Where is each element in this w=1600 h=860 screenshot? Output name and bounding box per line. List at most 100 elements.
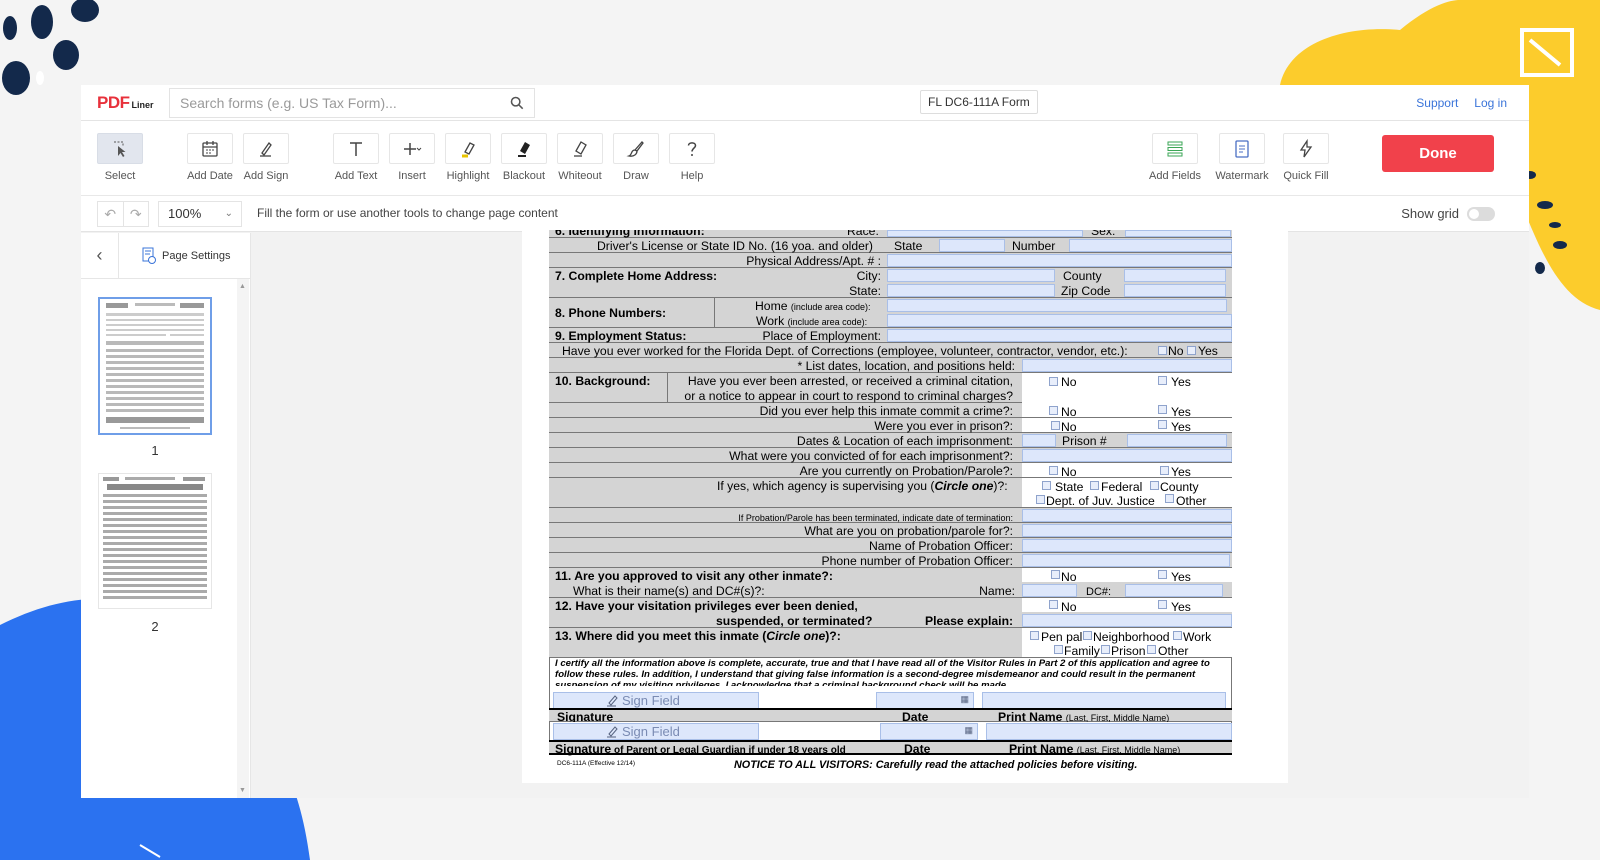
add-text-tool[interactable]: Add Text <box>328 133 384 182</box>
other-inmate-yes-checkbox[interactable] <box>1158 570 1167 579</box>
quick-fill-tool[interactable]: Quick Fill <box>1278 133 1334 182</box>
help-inmate-no-checkbox[interactable] <box>1049 406 1058 415</box>
in-prison-no-label: No <box>1061 420 1077 434</box>
terminated-date-field[interactable] <box>1022 509 1232 522</box>
support-link[interactable]: Support <box>1416 96 1458 110</box>
select-tool[interactable]: Select <box>92 133 148 182</box>
login-link[interactable]: Log in <box>1474 96 1507 110</box>
print-name-field-2[interactable] <box>986 723 1232 740</box>
officer-phone-field[interactable] <box>1022 554 1230 567</box>
officer-name-field[interactable] <box>1022 539 1232 552</box>
city-field[interactable] <box>887 269 1055 282</box>
meet-work-checkbox[interactable] <box>1173 631 1182 640</box>
highlight-tool[interactable]: Highlight <box>440 133 496 182</box>
s12-title-1: 12. Have your visitation privileges ever… <box>555 599 858 613</box>
license-number-field[interactable] <box>1069 239 1232 252</box>
meet-family-checkbox[interactable] <box>1054 645 1063 654</box>
scroll-down-icon[interactable]: ▼ <box>239 787 246 794</box>
help-tool[interactable]: Help <box>664 133 720 182</box>
worked-fdc-yes-checkbox[interactable] <box>1187 346 1196 355</box>
sidebar-scrollbar[interactable]: ▲ ▼ <box>237 279 249 798</box>
show-grid-toggle[interactable] <box>1467 206 1495 221</box>
probation-no-checkbox[interactable] <box>1049 466 1058 475</box>
agency-other-checkbox[interactable] <box>1165 494 1174 503</box>
guardian-signature-bold: Signature <box>555 742 612 756</box>
work-phone-field[interactable] <box>887 314 1232 327</box>
prison-number-field[interactable] <box>1127 434 1227 447</box>
race-field[interactable] <box>887 230 1083 237</box>
sign-field-2[interactable]: Sign Field <box>553 723 759 740</box>
add-fields-tool[interactable]: Add Fields <box>1147 133 1203 182</box>
arrested-no-checkbox[interactable] <box>1049 377 1058 386</box>
print-name-field-1[interactable] <box>982 692 1226 709</box>
scroll-up-icon[interactable]: ▲ <box>239 283 246 290</box>
show-grid-label: Show grid <box>1401 206 1459 221</box>
sign-date-field-2[interactable]: ▦ <box>880 723 978 740</box>
meet-neighborhood-checkbox[interactable] <box>1083 631 1092 640</box>
probation-for-label: What are you on probation/parole for?: <box>804 524 1013 538</box>
zip-field[interactable] <box>1124 284 1226 297</box>
page-settings-button[interactable]: Page Settings <box>119 247 231 265</box>
county-field[interactable] <box>1124 269 1226 282</box>
text-icon <box>350 141 362 156</box>
document-title: FL DC6-111A Form <box>920 90 1038 114</box>
dc-number-field[interactable] <box>1125 584 1223 597</box>
agency-county-checkbox[interactable] <box>1150 481 1159 490</box>
in-prison-no-checkbox[interactable] <box>1051 421 1060 430</box>
other-inmate-no-checkbox[interactable] <box>1051 570 1060 579</box>
guardian-print-name-text: Print Name <box>1009 742 1074 756</box>
done-button[interactable]: Done <box>1382 135 1494 172</box>
insert-tool[interactable]: Insert <box>384 133 440 182</box>
add-date-label: Add Date <box>187 170 233 182</box>
agency-county-label: County <box>1160 480 1199 494</box>
home-phone-field[interactable] <box>887 299 1227 312</box>
arrested-yes-checkbox[interactable] <box>1158 376 1167 385</box>
blackout-tool[interactable]: Blackout <box>496 133 552 182</box>
dates-location-field[interactable] <box>1022 434 1056 447</box>
add-date-tool[interactable]: Add Date <box>182 133 238 182</box>
agency-state-checkbox[interactable] <box>1042 481 1051 490</box>
search-input[interactable] <box>180 94 510 111</box>
privileges-yes-checkbox[interactable] <box>1158 600 1167 609</box>
pdfliner-logo[interactable]: PDF Liner <box>81 93 169 113</box>
convicted-field[interactable] <box>1022 449 1232 462</box>
sign-field-1[interactable]: Sign Field <box>553 692 759 709</box>
city-label: City: <box>856 269 881 283</box>
meet-other-checkbox[interactable] <box>1147 645 1156 654</box>
whiteout-tool[interactable]: Whiteout <box>552 133 608 182</box>
meet-penpal-checkbox[interactable] <box>1030 631 1039 640</box>
meet-prison-label: Prison <box>1111 644 1146 658</box>
worked-fdc-no-checkbox[interactable] <box>1158 346 1167 355</box>
privileges-no-checkbox[interactable] <box>1049 600 1058 609</box>
help-inmate-yes-checkbox[interactable] <box>1158 405 1167 414</box>
meet-penpal-label: Pen pal <box>1041 630 1083 644</box>
draw-tool[interactable]: Draw <box>608 133 664 182</box>
in-prison-yes-checkbox[interactable] <box>1158 420 1167 429</box>
redo-icon[interactable]: ↷ <box>122 202 149 226</box>
search-icon[interactable] <box>510 96 524 110</box>
zoom-select[interactable]: 100% ⌄ <box>158 201 242 227</box>
collapse-sidebar-icon[interactable]: ‹ <box>81 232 119 279</box>
watermark-tool[interactable]: Watermark <box>1214 133 1270 182</box>
list-dates-field[interactable] <box>1022 359 1232 372</box>
sex-field[interactable] <box>1125 230 1231 237</box>
meet-prison-checkbox[interactable] <box>1101 645 1110 654</box>
agency-federal-checkbox[interactable] <box>1090 481 1099 490</box>
license-state-field[interactable] <box>939 239 1005 252</box>
probation-yes-checkbox[interactable] <box>1160 466 1169 475</box>
sign-date-field-1[interactable]: ▦ <box>876 692 974 709</box>
toolbar-hint: Fill the form or use another tools to ch… <box>257 206 558 220</box>
please-explain-field[interactable] <box>1022 614 1232 627</box>
agency-djj-checkbox[interactable] <box>1036 495 1045 504</box>
page-thumbnail-2[interactable] <box>98 473 212 609</box>
physical-address-field[interactable] <box>887 254 1232 267</box>
place-employment-field[interactable] <box>887 329 1232 342</box>
inmate-name-field[interactable] <box>1022 584 1077 597</box>
page-thumbnail-1[interactable] <box>98 297 212 435</box>
officer-phone-label: Phone number of Probation Officer: <box>821 554 1013 568</box>
address-state-field[interactable] <box>887 284 1055 297</box>
add-sign-tool[interactable]: Add Sign <box>238 133 294 182</box>
undo-icon[interactable]: ↶ <box>98 202 123 226</box>
sign-field-2-text: Sign Field <box>622 724 680 739</box>
probation-for-field[interactable] <box>1022 524 1232 537</box>
